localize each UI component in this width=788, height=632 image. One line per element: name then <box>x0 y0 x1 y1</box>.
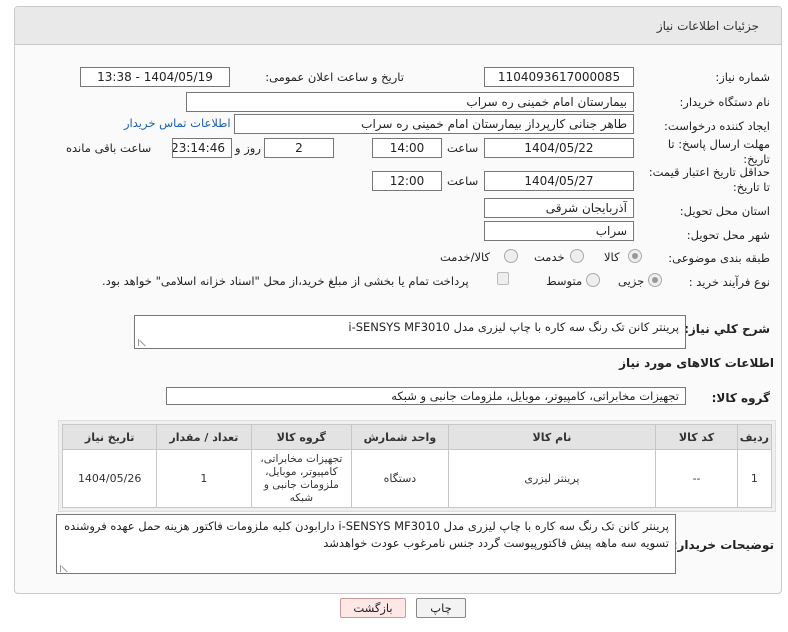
announce-date-field[interactable]: 1404/05/19 - 13:38 <box>80 67 230 87</box>
goods-group-field[interactable]: تجهیزات مخابراتی، کامپیوتر، موبایل، ملزو… <box>166 387 686 405</box>
cell-row: 1 <box>736 449 773 508</box>
reply-deadline-time[interactable]: 14:00 <box>372 138 442 158</box>
goods-table: ردیف کد کالا نام کالا واحد شمارش گروه کا… <box>61 424 773 508</box>
back-button[interactable]: بازگشت <box>340 598 406 618</box>
table-header-row: ردیف کد کالا نام کالا واحد شمارش گروه کا… <box>61 424 773 450</box>
category-option-goods: کالا <box>604 250 620 264</box>
treasury-payment-note: پرداخت تمام یا بخشی از مبلغ خرید،از محل … <box>102 274 469 288</box>
delivery-province-field[interactable]: آذربایجان شرقی <box>484 198 634 218</box>
reply-deadline-label: مهلت ارسال پاسخ: تا تاریخ: <box>667 137 770 166</box>
col-header-group: گروه کالا <box>250 424 353 450</box>
cell-unit: دستگاه <box>351 449 449 508</box>
process-radio-medium[interactable] <box>586 273 600 287</box>
price-validity-label: حداقل تاریخ اعتبار قیمت: تا تاریخ: <box>648 165 770 194</box>
need-number-label: شماره نیاز: <box>715 70 770 84</box>
delivery-province-label: استان محل تحویل: <box>679 204 770 218</box>
buyer-notes-text: پرینتر کانن تک رنگ سه کاره با چاپ لیزری … <box>64 519 669 550</box>
general-desc-text: پرینتر کانن تک رنگ سه کاره با چاپ لیزری … <box>348 320 679 334</box>
delivery-city-label: شهر محل تحویل: <box>686 228 770 242</box>
cell-name: پرینتر لیزری <box>447 449 657 508</box>
cell-group: تجهیزات مخابراتی، کامپیوتر، موبایل، ملزو… <box>250 449 353 508</box>
category-label: طبقه بندی موضوعی: <box>668 251 770 265</box>
category-option-service: خدمت <box>534 250 565 264</box>
reply-days-label: روز و <box>235 141 261 155</box>
page-title: جزئیات اطلاعات نیاز <box>656 19 759 33</box>
price-validity-time[interactable]: 12:00 <box>372 171 442 191</box>
treasury-payment-checkbox[interactable] <box>497 272 509 285</box>
col-header-row: ردیف <box>736 424 773 450</box>
need-number-field[interactable]: 1104093617000085 <box>484 67 634 87</box>
table-row[interactable]: 1 -- پرینتر لیزری دستگاه تجهیزات مخابرات… <box>61 449 773 508</box>
process-option-medium: متوسط <box>546 274 583 288</box>
announce-date-label: تاریخ و ساعت اعلان عمومی: <box>265 70 404 84</box>
reply-days-field[interactable]: 2 <box>264 138 334 158</box>
category-radio-both[interactable] <box>504 249 518 263</box>
reply-deadline-date[interactable]: 1404/05/22 <box>484 138 634 158</box>
general-desc-field[interactable]: پرینتر کانن تک رنگ سه کاره با چاپ لیزری … <box>134 315 686 349</box>
process-type-label: نوع فرآیند خرید : <box>688 275 770 289</box>
process-radio-minor[interactable] <box>648 273 662 287</box>
cell-date: 1404/05/26 <box>61 449 158 508</box>
general-desc-label: شرح کلي نياز: <box>684 322 770 336</box>
panel-header: جزئیات اطلاعات نیاز <box>15 7 781 45</box>
remaining-time-field[interactable]: 23:14:46 <box>172 138 232 158</box>
col-header-name: نام کالا <box>447 424 657 450</box>
delivery-city-field[interactable]: سراب <box>484 221 634 241</box>
category-option-both: کالا/خدمت <box>440 250 491 264</box>
col-header-qty: تعداد / مقدار <box>156 424 252 450</box>
reply-time-label: ساعت <box>447 141 479 155</box>
buyer-notes-label: توضیحات خریدار: <box>672 538 774 552</box>
remaining-time-label: ساعت باقی مانده <box>66 141 152 155</box>
goods-group-label: گروه کالا: <box>711 391 770 405</box>
cell-code: -- <box>655 449 738 508</box>
requester-field[interactable]: طاهر جنانی کارپرداز بیمارستان امام خمینی… <box>234 114 634 134</box>
col-header-unit: واحد شمارش <box>351 424 449 450</box>
notes-resize-handle[interactable] <box>60 565 67 572</box>
col-header-date: تاریخ نیاز <box>61 424 158 450</box>
cell-qty: 1 <box>156 449 252 508</box>
buyer-org-field[interactable]: بیمارستان امام خمینی ره سراب <box>186 92 634 112</box>
category-radio-service[interactable] <box>570 249 584 263</box>
buyer-notes-field[interactable]: پرینتر کانن تک رنگ سه کاره با چاپ لیزری … <box>56 514 676 574</box>
col-header-code: کد کالا <box>655 424 738 450</box>
buyer-org-label: نام دستگاه خریدار: <box>679 95 770 109</box>
resize-handle[interactable] <box>138 339 145 346</box>
process-option-minor: جزیی <box>618 274 645 288</box>
price-validity-time-label: ساعت <box>447 174 479 188</box>
buyer-contact-link[interactable]: اطلاعات تماس خریدار <box>124 116 231 130</box>
price-validity-date[interactable]: 1404/05/27 <box>484 171 634 191</box>
category-radio-goods[interactable] <box>628 249 642 263</box>
print-button[interactable]: چاپ <box>416 598 466 618</box>
goods-section-title: اطلاعات کالاهای مورد نیاز <box>619 356 774 370</box>
requester-label: ایجاد کننده درخواست: <box>664 119 770 133</box>
